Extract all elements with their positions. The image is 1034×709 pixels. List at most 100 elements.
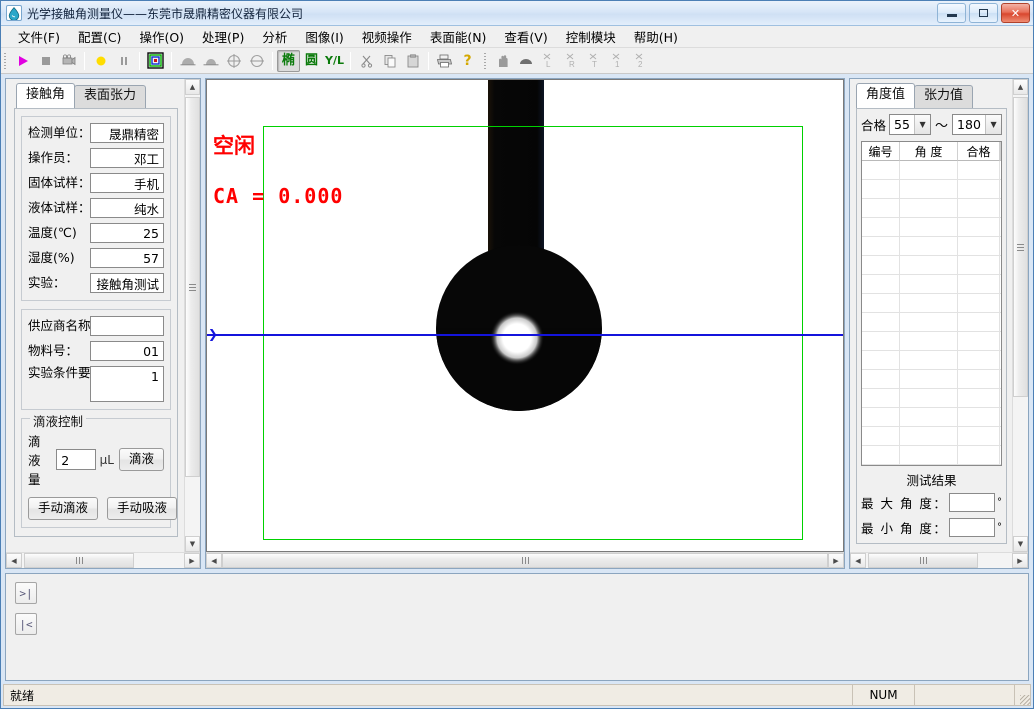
table-row[interactable] [862,351,1001,370]
left-vscroll-track[interactable] [185,95,200,536]
menu-config[interactable]: 配置(C) [69,25,130,48]
min-angle-field[interactable] [949,518,995,537]
qualification-min-combo[interactable]: 55 ▼ [889,114,931,135]
camera-canvas[interactable]: ❯ 空闲 CA = 0.000 [207,80,843,551]
scroll-right-icon[interactable]: ▶ [184,553,200,568]
image-panel-hscrollbar[interactable]: ◀ ▶ [206,552,844,568]
table-row[interactable] [862,256,1001,275]
image-view[interactable]: ❯ 空闲 CA = 0.000 [206,79,844,552]
scroll-down-icon[interactable]: ▼ [1013,536,1028,552]
previous-record-button[interactable]: |< [15,613,37,635]
table-row[interactable] [862,370,1001,389]
pause-button[interactable] [112,50,135,72]
droplet-volume-input[interactable]: 2 [56,449,95,470]
scroll-down-icon[interactable]: ▼ [185,536,200,552]
image-hscroll-track[interactable] [222,553,828,568]
baseline-right-button[interactable]: R [560,50,583,72]
tab-tension-value[interactable]: 张力值 [914,85,973,108]
table-row[interactable] [862,161,1001,180]
close-button[interactable]: ✕ [1001,3,1030,23]
experiment-condition-field[interactable]: 1 [90,366,164,402]
humidity-field[interactable]: 57 [90,248,164,268]
table-row[interactable] [862,275,1001,294]
menu-file[interactable]: 文件(F) [9,25,69,48]
record-button[interactable] [89,50,112,72]
ellipse-method-button[interactable]: 椭 [277,50,300,72]
baseline[interactable] [207,334,843,336]
menu-help[interactable]: 帮助(H) [625,25,687,48]
solid-sample-field[interactable]: 手机 [90,173,164,193]
scroll-right-icon[interactable]: ▶ [1012,553,1028,568]
tab-contact-angle[interactable]: 接触角 [16,83,75,108]
circle-cross-button[interactable] [222,50,245,72]
results-table[interactable]: 编号 角 度 合格 现 [861,141,1002,466]
stop-button[interactable] [34,50,57,72]
table-row[interactable] [862,389,1001,408]
right-hscroll-thumb[interactable] [868,553,978,568]
detection-unit-field[interactable]: 晟鼎精密 [90,123,164,143]
qualification-max-combo[interactable]: 180 ▼ [952,114,1002,135]
baseline-left-button[interactable]: L [537,50,560,72]
left-panel-vscrollbar[interactable]: ▲ ▼ [184,79,200,552]
supplier-name-field[interactable] [90,316,164,336]
menu-operation[interactable]: 操作(O) [130,25,193,48]
table-body[interactable] [862,161,1001,465]
right-panel-hscrollbar[interactable]: ◀ ▶ [850,552,1028,568]
help-button[interactable]: ? [456,50,479,72]
tab-surface-tension[interactable]: 表面张力 [74,85,146,108]
menu-view[interactable]: 查看(V) [495,25,556,48]
cut-button[interactable] [355,50,378,72]
manual-dispense-button[interactable]: 手动滴液 [28,497,98,520]
scroll-up-icon[interactable]: ▲ [1013,79,1028,95]
scroll-left-icon[interactable]: ◀ [6,553,22,568]
drop-profile-button[interactable] [514,50,537,72]
menu-surface-energy[interactable]: 表面能(N) [421,25,496,48]
left-hscroll-thumb[interactable] [24,553,134,568]
roi-rectangle[interactable] [263,126,803,540]
capture-button[interactable] [57,50,80,72]
sessile-drop2-button[interactable] [199,50,222,72]
right-vscroll-thumb[interactable] [1013,97,1028,397]
scroll-left-icon[interactable]: ◀ [850,553,866,568]
experiment-field[interactable]: 接触角测试 [90,273,164,293]
play-button[interactable] [11,50,34,72]
print-button[interactable] [433,50,456,72]
material-number-field[interactable]: 01 [90,341,164,361]
toolbar-grip-2[interactable] [483,51,488,71]
table-row[interactable] [862,313,1001,332]
operator-field[interactable]: 邓工 [90,148,164,168]
scroll-right-icon[interactable]: ▶ [828,553,844,568]
point-two-button[interactable]: 2 [629,50,652,72]
chevron-down-icon[interactable]: ▼ [914,115,930,134]
right-hscroll-track[interactable] [866,553,1012,568]
table-row[interactable] [862,427,1001,446]
menu-control-module[interactable]: 控制模块 [557,25,625,48]
menu-image[interactable]: 图像(I) [296,25,352,48]
left-vscroll-thumb[interactable] [185,97,200,477]
table-row[interactable] [862,218,1001,237]
image-hscroll-thumb[interactable] [222,553,828,568]
table-row[interactable] [862,180,1001,199]
minimize-button[interactable] [937,3,966,23]
menu-video[interactable]: 视频操作 [353,25,421,48]
menu-analysis[interactable]: 分析 [253,25,296,48]
temperature-field[interactable]: 25 [90,223,164,243]
right-panel-vscrollbar[interactable]: ▲ ▼ [1012,79,1028,552]
baseline-handle-icon[interactable]: ❯ [208,328,218,340]
circle-line-button[interactable] [245,50,268,72]
left-panel-hscrollbar[interactable]: ◀ ▶ [6,552,200,568]
scroll-left-icon[interactable]: ◀ [206,553,222,568]
table-row[interactable] [862,408,1001,427]
tab-angle-value[interactable]: 角度值 [856,83,915,108]
table-row[interactable] [862,237,1001,256]
max-angle-field[interactable] [949,493,995,512]
next-record-button[interactable]: >| [15,582,37,604]
toolbar-grip[interactable] [3,51,8,71]
manual-measure-button[interactable] [491,50,514,72]
sessile-drop-button[interactable] [176,50,199,72]
table-row[interactable] [862,446,1001,465]
young-laplace-button[interactable]: Y/L [323,50,346,72]
resize-grip-icon[interactable] [1014,685,1030,705]
dispense-button[interactable]: 滴液 [119,448,164,471]
left-hscroll-track[interactable] [22,553,184,568]
